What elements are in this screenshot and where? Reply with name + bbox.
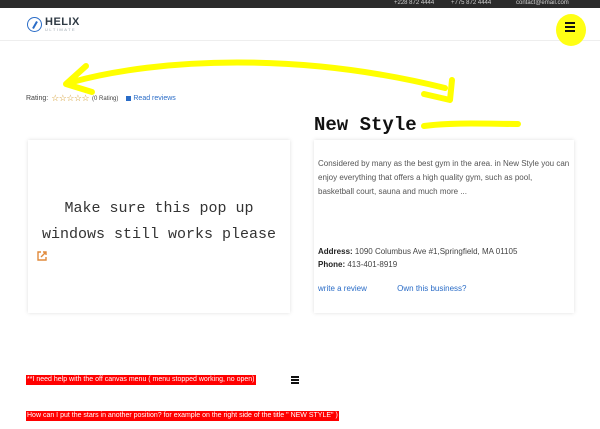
external-link-icon[interactable] xyxy=(36,250,48,262)
address-value: 1090 Columbus Ave #1,Springfield, MA 011… xyxy=(354,247,518,256)
write-review-link[interactable]: write a review xyxy=(318,284,367,293)
rating-stars[interactable]: ☆☆☆☆☆ xyxy=(51,93,89,104)
book-icon xyxy=(126,96,132,101)
popup-line-2: windows still works please xyxy=(41,226,277,243)
phone-label: Phone: xyxy=(318,260,346,269)
popup-card: Make sure this pop up windows still work… xyxy=(28,140,290,313)
popup-message: Make sure this pop up windows still work… xyxy=(28,196,290,248)
address-label: Address: xyxy=(318,247,353,256)
note-stars-position: How can I put the stars in another posit… xyxy=(26,411,339,421)
phone-value: 413-401-8919 xyxy=(347,260,398,269)
read-reviews-label: Read reviews xyxy=(133,95,176,102)
read-reviews-link[interactable]: Read reviews xyxy=(126,95,176,102)
rating-label: Rating: xyxy=(26,95,49,102)
rating-row: Rating: ☆☆☆☆☆ (0 Rating) Read reviews xyxy=(26,93,176,104)
rating-count: (0 Rating) xyxy=(92,95,119,102)
listing-contact: Address: 1090 Columbus Ave #1,Springfiel… xyxy=(318,245,517,271)
small-hamburger-icon[interactable] xyxy=(291,376,299,384)
own-business-link[interactable]: Own this business? xyxy=(397,284,466,293)
listing-card: Considered by many as the best gym in th… xyxy=(314,140,574,313)
popup-line-1: Make sure this pop up xyxy=(64,200,254,217)
listing-title: New Style xyxy=(314,114,417,136)
listing-description: Considered by many as the best gym in th… xyxy=(318,159,570,196)
listing-links: write a review Own this business? xyxy=(318,284,495,293)
note-offcanvas: **I need help with the off canvas menu (… xyxy=(26,375,256,385)
